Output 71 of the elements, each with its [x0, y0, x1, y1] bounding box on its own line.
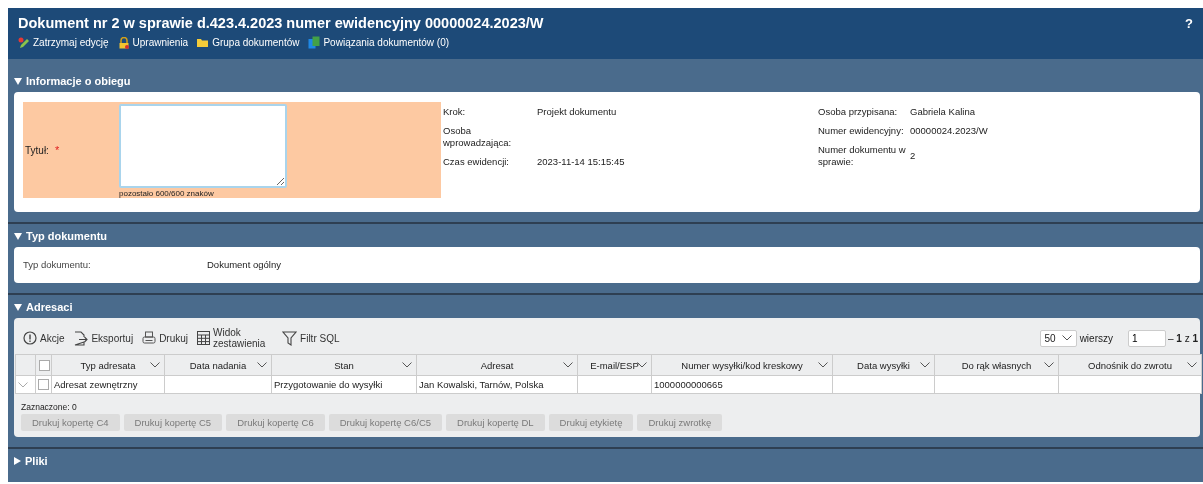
- toolbar-button[interactable]: Widok zestawienia: [197, 327, 274, 349]
- column-header[interactable]: Data wysyłki: [832, 354, 935, 376]
- table-cell: Jan Kowalski, Tarnów, Polska: [419, 379, 544, 390]
- field-label: Numer ewidencyjny:: [818, 125, 905, 137]
- folder-icon: [197, 37, 210, 48]
- window-title: Dokument nr 2 w sprawie d.423.4.2023 numer ewidencyjny 00000024.2023/W: [18, 15, 545, 31]
- row-checkbox[interactable]: [38, 379, 49, 390]
- field-label: Osoba przypisana:: [818, 106, 899, 118]
- field-value: Gabriela Kalina: [910, 106, 976, 118]
- section-toggle[interactable]: Adresaci: [14, 295, 73, 318]
- page-input[interactable]: 1: [1127, 329, 1166, 347]
- chevron-down-icon[interactable]: [257, 362, 267, 368]
- alert-icon: [23, 331, 37, 345]
- table-cell: 1000000000665: [654, 379, 723, 390]
- column-header[interactable]: Numer wysyłki/kod kreskowy: [651, 354, 833, 376]
- field-value: Dokument ogólny: [207, 259, 281, 271]
- toolbar-button[interactable]: Akcje: [23, 331, 65, 345]
- field-label: Krok:: [443, 106, 467, 118]
- toolbar-link[interactable]: Powiązania dokumentów (0): [308, 36, 450, 49]
- column-header[interactable]: Odnośnik do zwrotu: [1058, 354, 1202, 376]
- section-toggle[interactable]: Informacje o obiegu: [14, 69, 131, 92]
- page-info: – 1 z 1: [1167, 332, 1199, 344]
- chevron-down-icon[interactable]: [920, 362, 930, 368]
- section-toggle[interactable]: Typ dokumentu: [14, 224, 108, 247]
- field-label: Typ dokumentu:: [23, 259, 92, 271]
- field-label: Czas ewidencji:: [443, 156, 510, 168]
- rows-label: wierszy: [1079, 332, 1113, 344]
- chevron-down-icon[interactable]: [402, 362, 412, 368]
- chevron-down-icon[interactable]: [563, 362, 573, 368]
- required-mark: *: [54, 144, 60, 156]
- printer-icon: [142, 331, 157, 345]
- toolbar-button[interactable]: Drukuj: [142, 331, 189, 345]
- select-all-checkbox[interactable]: [39, 359, 50, 371]
- column-header[interactable]: E-mail/ESP: [577, 354, 652, 376]
- field-value: 00000024.2023/W: [910, 125, 988, 137]
- export-icon: [73, 330, 89, 346]
- column-header[interactable]: Stan: [271, 354, 417, 376]
- pencil-icon: [18, 36, 30, 49]
- help-button[interactable]: ?: [1185, 15, 1193, 31]
- table-cell: Przygotowanie do wysyłki: [274, 379, 383, 390]
- toolbar-button[interactable]: Filtr SQL: [282, 330, 340, 346]
- chevron-down-icon[interactable]: [150, 362, 160, 368]
- column-header[interactable]: Adresat: [416, 354, 578, 376]
- table-cell: Adresat zewnętrzny: [54, 379, 138, 390]
- page-size-select[interactable]: 50: [1039, 329, 1077, 347]
- field-label: Osoba wprowadzająca:: [443, 125, 513, 149]
- title-input[interactable]: [119, 104, 287, 188]
- column-header[interactable]: Do rąk własnych: [934, 354, 1059, 376]
- toolbar-link[interactable]: Grupa dokumentów: [197, 36, 300, 49]
- column-header[interactable]: Typ adresata: [51, 354, 165, 376]
- table-icon: [197, 331, 211, 345]
- char-counter: pozostało 600/600 znaków: [119, 189, 215, 198]
- chevron-down-icon[interactable]: [637, 362, 647, 368]
- toolbar-button[interactable]: Eksportuj: [73, 330, 134, 346]
- filter-icon: [282, 330, 298, 346]
- section-toggle[interactable]: Pliki: [14, 449, 48, 472]
- field-label: Tytuł:: [25, 144, 49, 156]
- documents-icon: [308, 36, 321, 49]
- field-value: 2023-11-14 15:15:45: [537, 156, 626, 168]
- column-header[interactable]: Data nadania: [164, 354, 272, 376]
- field-value: Projekt dokumentu: [537, 106, 618, 118]
- selected-count: Zaznaczone: 0: [20, 401, 78, 414]
- toolbar-link[interactable]: Uprawnienia: [117, 36, 189, 49]
- chevron-down-icon[interactable]: [1187, 362, 1197, 368]
- field-label: Numer dokumentu w sprawie:: [818, 144, 907, 168]
- chevron-down-icon: [1061, 335, 1072, 341]
- lock-icon: [117, 36, 130, 49]
- chevron-down-icon[interactable]: [1044, 362, 1054, 368]
- chevron-down-icon[interactable]: [818, 362, 828, 368]
- field-value: 2: [910, 150, 917, 162]
- toolbar-link[interactable]: Zatrzymaj edycję: [18, 36, 109, 49]
